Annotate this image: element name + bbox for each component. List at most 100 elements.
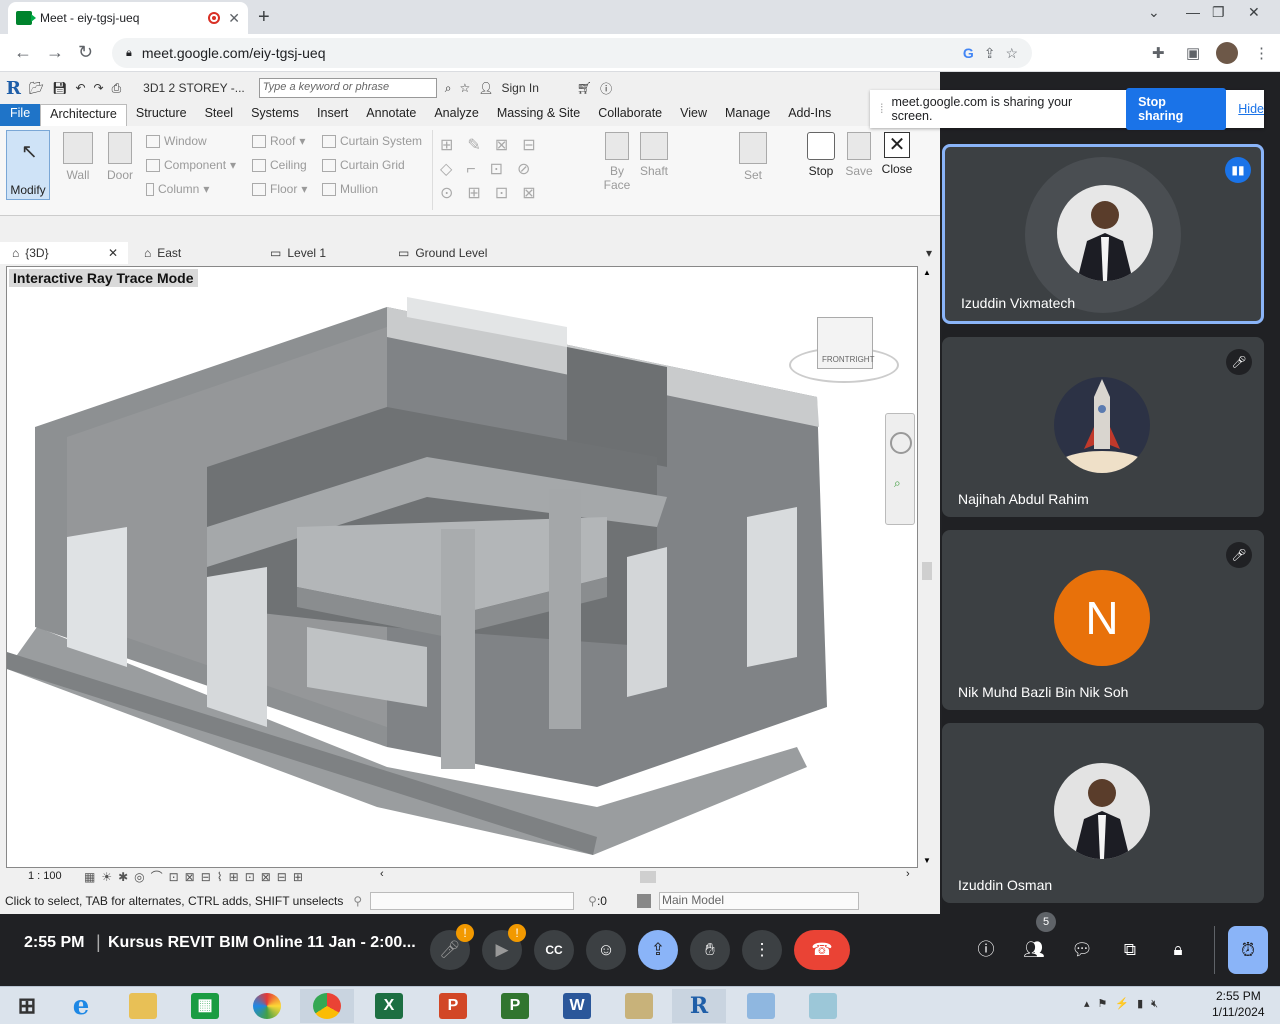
back-icon[interactable]: ← — [14, 42, 32, 63]
view-tab-3d[interactable]: ⌂ {3D} ✕ — [0, 242, 128, 264]
hscroll-thumb[interactable] — [640, 871, 656, 883]
hide-link[interactable]: Hide — [1238, 102, 1264, 116]
editable-only-icon[interactable]: ⚲ — [588, 894, 597, 908]
system-tray-icons[interactable]: ▴⚑⚡▮🔇︎ — [1084, 997, 1166, 1011]
menu-icon[interactable]: ⋮ — [1254, 44, 1269, 62]
taskbar-app[interactable] — [300, 989, 354, 1023]
curtain-system-button[interactable]: Curtain System — [322, 134, 422, 148]
tab-insert[interactable]: Insert — [308, 104, 357, 126]
chat-icon[interactable]: 💬︎ — [1062, 930, 1102, 970]
taskbar-app[interactable]: ▦ — [178, 989, 232, 1023]
infocenter-search[interactable]: Type a keyword or phrase — [258, 78, 437, 98]
curtain-grid-button[interactable]: Curtain Grid — [322, 158, 405, 172]
tab-steel[interactable]: Steel — [196, 104, 243, 126]
model-tools-icons[interactable]: ⊞✎⊠⊟ ◇⌐⊡⊘ ⊙⊞⊡⊠ — [440, 134, 580, 204]
help-icon[interactable]: ⓘ — [600, 80, 612, 97]
meeting-details-icon[interactable]: ⓘ — [966, 930, 1006, 970]
vertical-scrollbar[interactable]: ▲ ▼ — [918, 266, 936, 868]
omnibox[interactable]: 🔒︎ meet.google.com/eiy-tgsj-ueq G ⇪ ☆ — [112, 38, 1032, 68]
wall-button[interactable]: Wall — [62, 132, 94, 182]
present-button[interactable]: ⇪ — [638, 930, 678, 970]
save-icon[interactable]: 💾︎ — [52, 81, 67, 95]
hscroll-left-icon[interactable]: ‹ — [380, 868, 384, 880]
stop-button[interactable]: Stop — [804, 132, 838, 178]
meeting-title[interactable]: Kursus REVIT BIM Online 11 Jan - 2:00... — [108, 934, 416, 952]
view-control-icons[interactable]: ▦☀✱◎⌒⊡⊠⊟⌇⊞⊡⊠⊟⊞ — [84, 868, 309, 885]
tab-add-ins[interactable]: Add-Ins — [779, 104, 840, 126]
ceiling-button[interactable]: Ceiling — [252, 158, 307, 172]
view-tab-east[interactable]: ⌂ East — [132, 246, 258, 260]
workset-dropdown[interactable] — [370, 892, 575, 910]
design-option-icon[interactable] — [636, 894, 651, 908]
more-options-button[interactable]: ⋮ — [742, 930, 782, 970]
close-view-icon[interactable]: ✕ — [108, 246, 118, 260]
tab-architecture[interactable]: Architecture — [40, 104, 127, 126]
binoculars-icon[interactable]: ⌕ — [445, 81, 452, 96]
maximize-button[interactable]: ❐ — [1212, 4, 1225, 21]
tab-manage[interactable]: Manage — [716, 104, 779, 126]
scroll-thumb[interactable] — [922, 562, 932, 580]
extensions-icon[interactable]: ✚ — [1152, 44, 1165, 62]
bookmark-star-icon[interactable]: ☆ — [1005, 45, 1018, 62]
participant-tile[interactable]: Izuddin Osman — [942, 723, 1264, 903]
cart-icon[interactable]: 🛒︎ — [577, 81, 592, 95]
profile-avatar[interactable] — [1216, 42, 1238, 64]
tab-structure[interactable]: Structure — [127, 104, 196, 126]
minimize-button[interactable]: — — [1186, 4, 1200, 20]
status-filter-icon[interactable]: ⚲ — [353, 894, 362, 908]
view-tab-ground-level[interactable]: ▭ Ground Level — [386, 246, 497, 260]
favorites-icon[interactable]: ☆ — [460, 81, 471, 95]
set-button[interactable]: Set — [736, 132, 770, 182]
taskbar-app[interactable] — [612, 989, 666, 1023]
side-panel-icon[interactable]: ▣ — [1186, 44, 1200, 62]
view-scale[interactable]: 1 : 100 — [28, 870, 62, 882]
taskbar-app[interactable]: P — [426, 989, 480, 1023]
close-window-button[interactable]: ✕ — [1248, 4, 1260, 21]
floor-button[interactable]: Floor ▾ — [252, 182, 307, 196]
taskbar-app[interactable] — [734, 989, 788, 1023]
viewcube-front-face[interactable]: FRONT — [822, 355, 850, 364]
clock-date[interactable]: 1/11/2024 — [1212, 1005, 1265, 1019]
tab-collaborate[interactable]: Collaborate — [589, 104, 671, 126]
stop-sharing-button[interactable]: Stop sharing — [1126, 88, 1227, 130]
view-tab-level-1[interactable]: ▭ Level 1 — [258, 246, 386, 260]
viewcube-box[interactable]: FRONT RIGHT — [817, 317, 875, 369]
print-icon[interactable]: ⎙ — [112, 81, 122, 96]
close-button[interactable]: ✕ Close — [880, 132, 914, 176]
3d-viewport[interactable]: Interactive Ray Trace Mode FRONT RIGHT ⌕ — [6, 266, 918, 868]
start-button[interactable]: ⊞ — [0, 989, 54, 1023]
redo-icon[interactable]: ↷ — [94, 81, 104, 95]
mullion-button[interactable]: Mullion — [322, 182, 378, 196]
share-icon[interactable]: ⇪ — [984, 45, 996, 62]
tab-systems[interactable]: Systems — [242, 104, 308, 126]
hscroll-right-icon[interactable]: › — [906, 868, 910, 880]
window-button[interactable]: Window — [146, 134, 207, 148]
forward-icon[interactable]: → — [46, 42, 64, 63]
drag-handle-icon[interactable]: ⁞ — [880, 102, 883, 116]
google-icon[interactable]: G — [963, 45, 974, 61]
taskbar-app[interactable]: P — [488, 989, 542, 1023]
revit-logo-icon[interactable]: R — [6, 78, 21, 99]
taskbar-app[interactable] — [116, 989, 170, 1023]
by-face-button[interactable]: By Face — [600, 132, 634, 192]
door-button[interactable]: Door — [104, 132, 136, 182]
roof-button[interactable]: Roof ▾ — [252, 134, 305, 148]
undo-icon[interactable]: ↶ — [75, 81, 85, 95]
taskbar-app[interactable]: e — [54, 989, 108, 1023]
tab-analyze[interactable]: Analyze — [425, 104, 487, 126]
taskbar-app[interactable] — [796, 989, 850, 1023]
participant-tile[interactable]: 🎤︎ Najihah Abdul Rahim — [942, 337, 1264, 517]
open-icon[interactable]: 📂︎ — [29, 81, 44, 95]
view-tabs-menu-icon[interactable]: ▾ — [926, 246, 932, 260]
save-button[interactable]: Save — [842, 132, 876, 178]
raise-hand-button[interactable]: ✋︎ — [690, 930, 730, 970]
new-tab-button[interactable]: + — [258, 6, 270, 29]
viewcube-right-face[interactable]: RIGHT — [850, 355, 875, 364]
leave-call-button[interactable]: ☎︎ — [794, 930, 850, 970]
viewcube[interactable]: FRONT RIGHT — [789, 317, 899, 387]
scroll-down-icon[interactable]: ▼ — [923, 856, 931, 865]
close-tab-icon[interactable]: ✕ — [228, 10, 240, 27]
tab-file[interactable]: File — [0, 104, 41, 126]
emoji-button[interactable]: ☺ — [586, 930, 626, 970]
sign-in-link[interactable]: Sign In — [502, 81, 539, 95]
